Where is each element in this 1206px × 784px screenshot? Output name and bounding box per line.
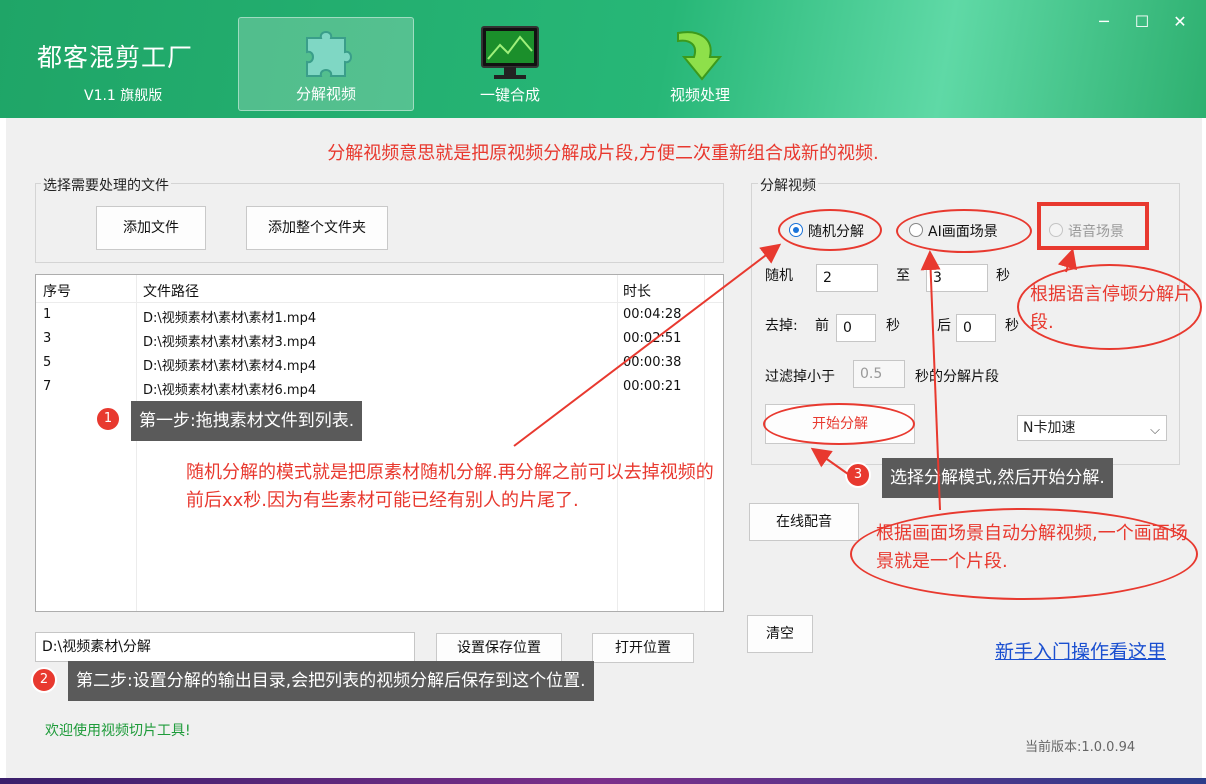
random-mode-arrow: [513, 243, 782, 447]
annotation-arrows: [513, 243, 1077, 511]
start-button-arrow: [810, 447, 849, 475]
voice-mode-arrow: [1057, 248, 1077, 273]
ai-mode-arrow: [920, 250, 941, 511]
